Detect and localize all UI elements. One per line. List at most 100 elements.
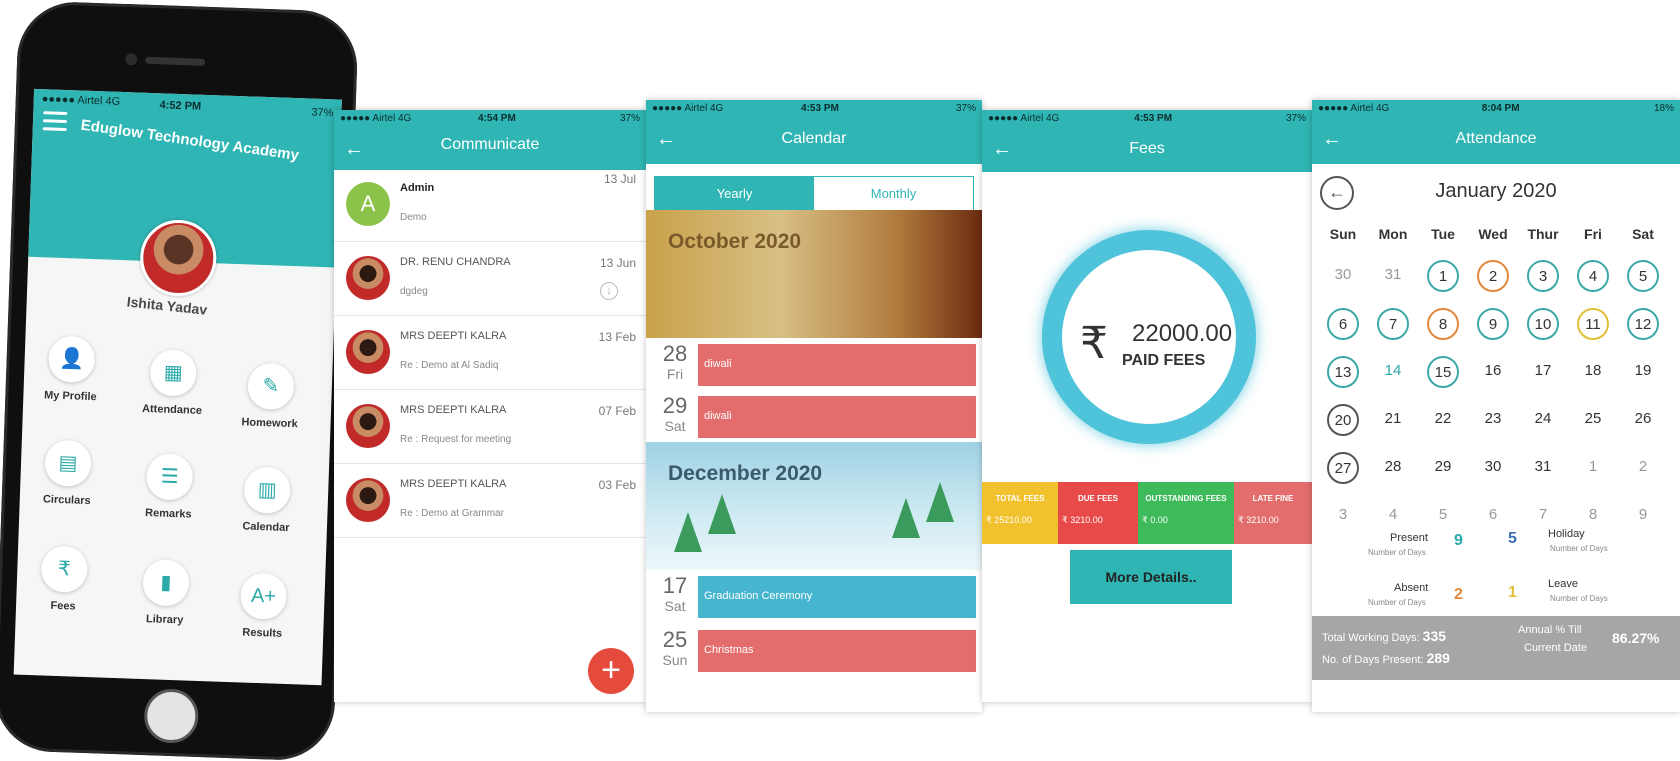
calendar-day[interactable]: 3 (1527, 260, 1559, 292)
tile-my-profile[interactable]: 👤 My Profile (25, 335, 117, 404)
tile-results[interactable]: A+ Results (217, 572, 309, 641)
tile-label: Fees (50, 599, 76, 613)
card-title: TOTAL FEES (995, 494, 1045, 503)
event-row[interactable]: 28 Fri diwali (646, 340, 982, 390)
calendar-day[interactable]: 21 (1377, 404, 1409, 436)
message-item[interactable]: MRS DEEPTI KALRA Re : Demo at Grammar 03… (334, 464, 646, 538)
clock: 8:04 PM (1481, 103, 1520, 114)
calendar-day[interactable]: 10 (1527, 308, 1559, 340)
calendar-day[interactable]: 1 (1577, 452, 1609, 484)
calendar-day[interactable]: 6 (1477, 500, 1509, 532)
menu-icon[interactable] (42, 111, 68, 132)
absent-sub: Number of Days (1368, 598, 1426, 607)
tile-homework[interactable]: ✎ Homework (224, 362, 316, 431)
calendar-day[interactable]: 25 (1577, 404, 1609, 436)
calendar-day[interactable]: 5 (1627, 260, 1659, 292)
carrier-label: ●●●●● Airtel 4G (652, 103, 724, 114)
event-label: Christmas (698, 630, 976, 672)
calendar-day[interactable]: 27 (1327, 452, 1359, 484)
event-row[interactable]: 17 Sat Graduation Ceremony (646, 572, 982, 622)
sender-name: MRS DEEPTI KALRA (400, 330, 507, 342)
calendar-day[interactable]: 4 (1577, 260, 1609, 292)
tile-library[interactable]: ▮ Library (119, 558, 211, 627)
calendar-day[interactable]: 31 (1527, 452, 1559, 484)
calendar-day[interactable]: 9 (1477, 308, 1509, 340)
calendar-day[interactable]: 11 (1577, 308, 1609, 340)
calendar-day[interactable]: 2 (1477, 260, 1509, 292)
tile-label: Results (242, 626, 283, 640)
compose-button[interactable]: + (588, 648, 634, 694)
home-screen: ●●●●● Airtel 4G 4:52 PM 37% Eduglow Tech… (13, 88, 342, 686)
month-title: October 2020 (668, 230, 802, 253)
tab-yearly[interactable]: Yearly (655, 177, 814, 211)
home-button[interactable] (143, 688, 200, 744)
sender-name: MRS DEEPTI KALRA (400, 404, 507, 416)
sender-name: MRS DEEPTI KALRA (400, 478, 507, 490)
present-label: Present (1390, 532, 1428, 544)
tab-monthly[interactable]: Monthly (814, 177, 973, 211)
carrier-label: ●●●●● Airtel 4G (41, 93, 121, 108)
calendar-day[interactable]: 16 (1477, 356, 1509, 388)
calendar-day[interactable]: 30 (1327, 260, 1359, 292)
calendar-day[interactable]: 22 (1427, 404, 1459, 436)
calendar-day[interactable]: 30 (1477, 452, 1509, 484)
tile-attendance[interactable]: ▦ Attendance (127, 348, 219, 417)
avatar (346, 256, 390, 300)
calendar-day[interactable]: 24 (1527, 404, 1559, 436)
calendar-day[interactable]: 7 (1377, 308, 1409, 340)
tile-circulars[interactable]: ▤ Circulars (22, 439, 114, 508)
download-icon[interactable]: ↓ (600, 282, 618, 300)
clock: 4:54 PM (478, 113, 516, 124)
battery-level: 37% (1285, 113, 1306, 124)
homework-icon: ✎ (247, 362, 295, 411)
message-item[interactable]: A Admin Demo 13 Jul (334, 168, 646, 242)
calendar-day[interactable]: 23 (1477, 404, 1509, 436)
message-item[interactable]: MRS DEEPTI KALRA Re : Demo at Al Sadiq 1… (334, 316, 646, 390)
weekday-label: Sat (1632, 226, 1654, 242)
calendar-day[interactable]: 15 (1427, 356, 1459, 388)
calendar-day[interactable]: 28 (1377, 452, 1409, 484)
battery-level: 37% (955, 103, 976, 114)
calendar-day[interactable]: 31 (1377, 260, 1409, 292)
sender-name: DR. RENU CHANDRA (400, 256, 511, 268)
calendar-day[interactable]: 6 (1327, 308, 1359, 340)
library-icon: ▮ (142, 558, 190, 607)
calendar-day[interactable]: 9 (1627, 500, 1659, 532)
calendar-day[interactable]: 19 (1627, 356, 1659, 388)
calendar-day[interactable]: 20 (1327, 404, 1359, 436)
tile-remarks[interactable]: ☰ Remarks (123, 452, 215, 521)
avatar (346, 478, 390, 522)
message-item[interactable]: MRS DEEPTI KALRA Re : Request for meetin… (334, 390, 646, 464)
calendar-day[interactable]: 18 (1577, 356, 1609, 388)
screen-title: Communicate (440, 136, 540, 153)
tile-calendar[interactable]: ▥ Calendar (221, 466, 313, 535)
calendar-day[interactable]: 8 (1427, 308, 1459, 340)
calendar-day[interactable]: 1 (1427, 260, 1459, 292)
calendar-day[interactable]: 12 (1627, 308, 1659, 340)
tile-fees[interactable]: ₹ Fees (18, 545, 110, 614)
front-camera (124, 53, 138, 66)
card-value: ₹ 0.00 (1142, 515, 1168, 525)
calendar-day[interactable]: 26 (1627, 404, 1659, 436)
paid-fees-label: PAID FEES (1122, 352, 1206, 369)
calendar-day[interactable]: 5 (1427, 500, 1459, 532)
message-item[interactable]: DR. RENU CHANDRA dgdeg 13 Jun ↓ (334, 242, 646, 316)
rupee-icon: ₹ (1080, 319, 1108, 368)
calendar-day[interactable]: 4 (1377, 500, 1409, 532)
calendar-day[interactable]: 29 (1427, 452, 1459, 484)
clock: 4:52 PM (159, 99, 202, 113)
event-label: diwali (698, 396, 976, 438)
calendar-day[interactable]: 17 (1527, 356, 1559, 388)
calendar-day[interactable]: 2 (1627, 452, 1659, 484)
event-row[interactable]: 29 Sat diwali (646, 392, 982, 442)
circulars-icon: ▤ (44, 439, 92, 488)
communicate-screen: ●●●●● Airtel 4G 4:54 PM 37% ← Communicat… (334, 110, 646, 702)
more-details-button[interactable]: More Details.. (1070, 550, 1232, 604)
battery-level: 37% (619, 113, 640, 124)
event-row[interactable]: 25 Sun Christmas (646, 626, 982, 676)
calendar-day[interactable]: 3 (1327, 500, 1359, 532)
calendar-day[interactable]: 14 (1377, 356, 1409, 388)
calendar-day[interactable]: 13 (1327, 356, 1359, 388)
annual-percent: 86.27% (1612, 630, 1660, 646)
leave-count: 1 (1508, 584, 1517, 601)
